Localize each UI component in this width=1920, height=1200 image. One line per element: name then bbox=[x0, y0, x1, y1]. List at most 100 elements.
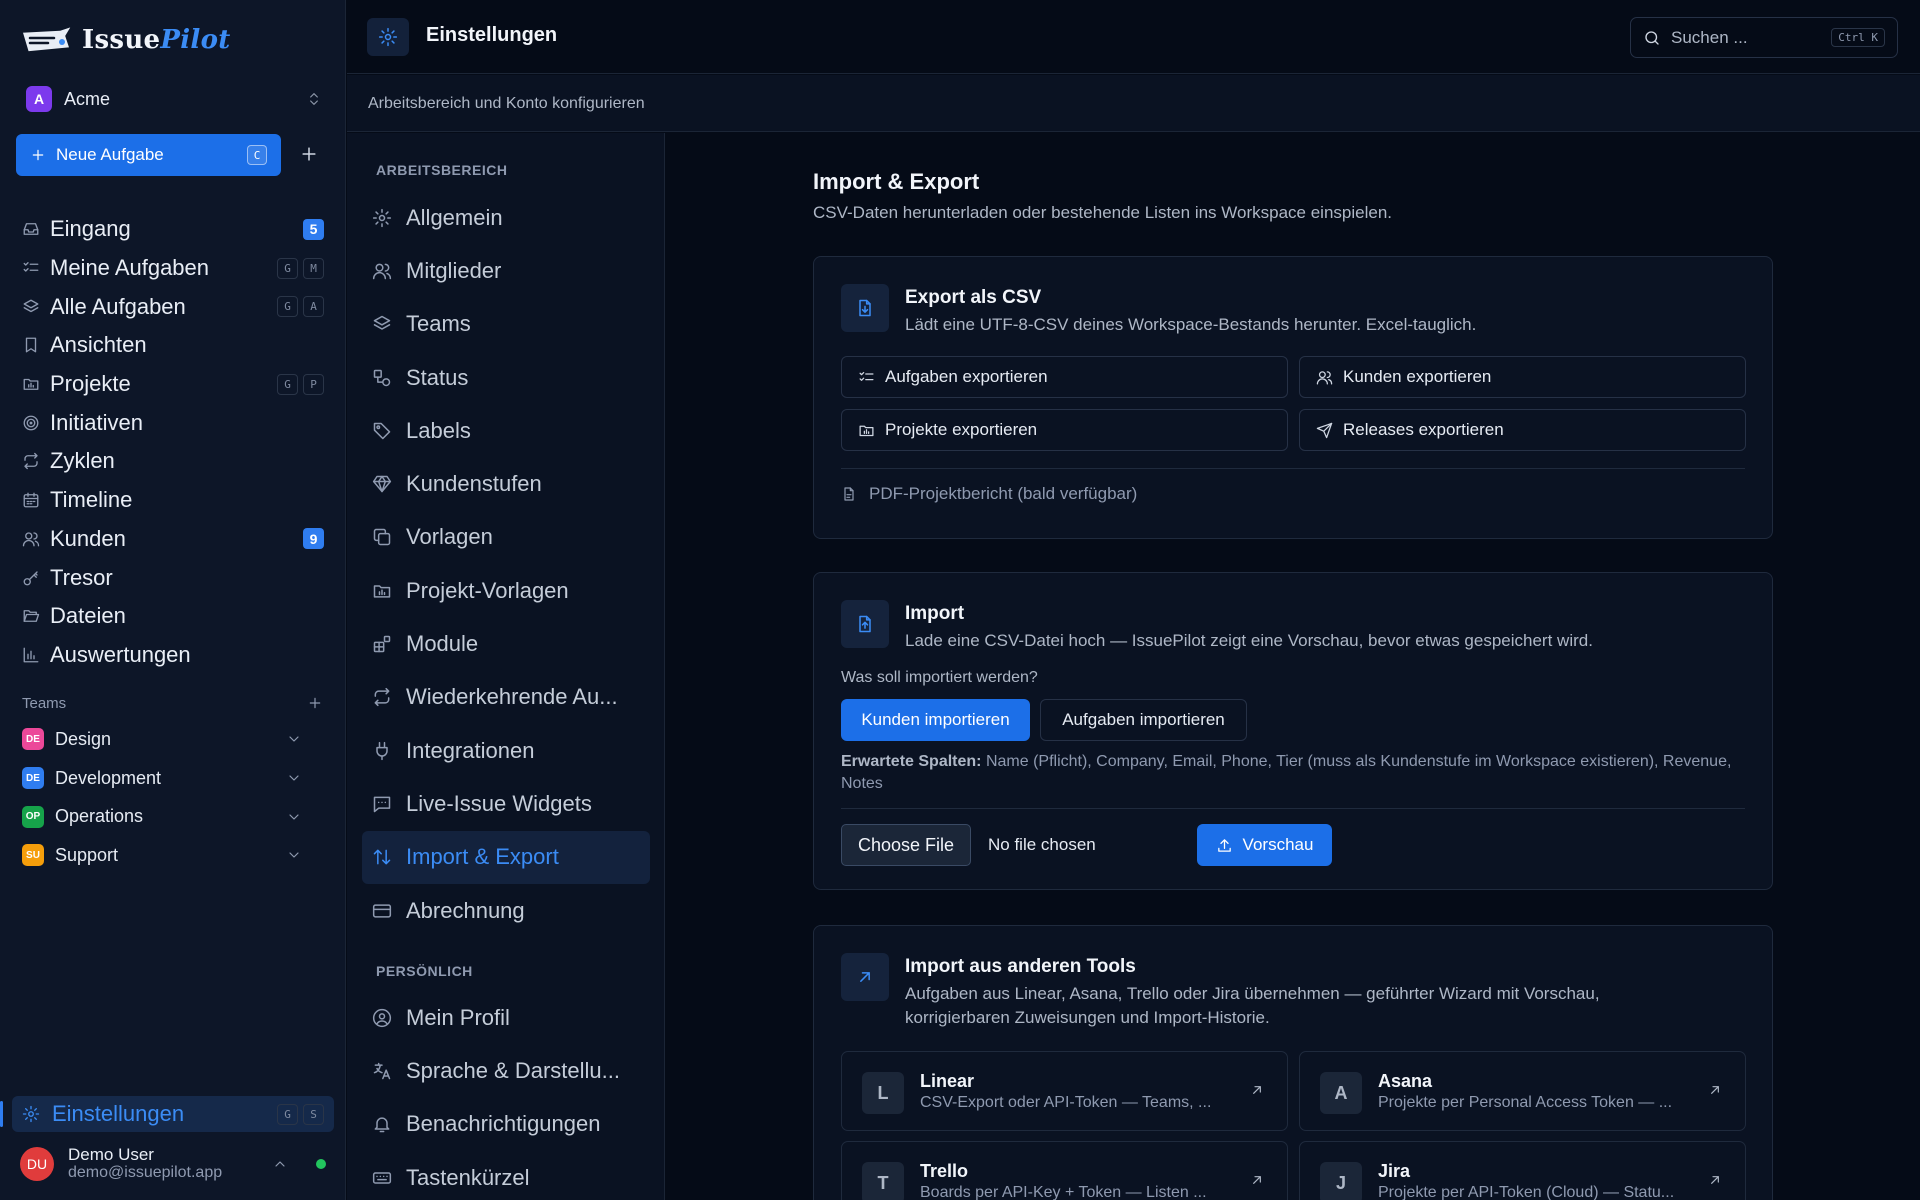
tool-asana[interactable]: A Asana Projekte per Personal Access Tok… bbox=[1299, 1051, 1746, 1131]
nav-item-kunden[interactable]: Kunden 9 bbox=[16, 520, 330, 559]
preview-button[interactable]: Vorschau bbox=[1197, 824, 1332, 866]
tool-jira[interactable]: J Jira Projekte per API-Token (Cloud) — … bbox=[1299, 1141, 1746, 1200]
section-heading: PERSÖNLICH bbox=[376, 963, 473, 979]
tool-linear[interactable]: L Linear CSV-Export oder API-Token — Tea… bbox=[841, 1051, 1288, 1131]
page-header: Einstellungen Suchen ... Ctrl K bbox=[347, 0, 1920, 74]
export-projects-button[interactable]: Projekte exportieren bbox=[841, 409, 1288, 451]
add-plus-icon[interactable] bbox=[296, 141, 322, 167]
search-placeholder: Suchen ... bbox=[1671, 27, 1748, 47]
file-upload-icon bbox=[841, 600, 889, 648]
page-subtitle-bar: Arbeitsbereich und Konto konfigurieren bbox=[347, 75, 1920, 132]
export-customers-button[interactable]: Kunden exportieren bbox=[1299, 356, 1746, 398]
settings-item-status[interactable]: Status bbox=[362, 351, 650, 404]
team-item-support[interactable]: SU Support bbox=[22, 836, 302, 875]
nav-item-timeline[interactable]: Timeline bbox=[16, 481, 330, 520]
chevron-down-icon[interactable] bbox=[286, 770, 302, 786]
nav-item-projekte[interactable]: Projekte GP bbox=[16, 365, 330, 404]
settings-item-import-export[interactable]: Import & Export bbox=[362, 830, 650, 884]
import-card: Import Lade eine CSV-Datei hoch — IssueP… bbox=[813, 572, 1773, 890]
settings-item-labels[interactable]: Labels bbox=[362, 404, 650, 457]
settings-item-kundenstufen[interactable]: Kundenstufen bbox=[362, 457, 650, 510]
settings-item-live-issue-widgets[interactable]: Live-Issue Widgets bbox=[362, 777, 650, 830]
import-tasks-option[interactable]: Aufgaben importieren bbox=[1040, 699, 1247, 741]
nav-label: Auswertungen bbox=[50, 641, 191, 667]
send-icon bbox=[1316, 422, 1333, 439]
settings-item-projekt-vorlagen[interactable]: Projekt-Vorlagen bbox=[362, 564, 650, 617]
settings-item-mein-profil[interactable]: Mein Profil bbox=[362, 991, 650, 1044]
settings-item-teams[interactable]: Teams bbox=[362, 298, 650, 351]
app-logo[interactable]: IssuePilot bbox=[20, 22, 231, 58]
chevron-down-icon[interactable] bbox=[286, 731, 302, 747]
nav-item-meine-aufgaben[interactable]: Meine Aufgaben GM bbox=[16, 249, 330, 288]
chevron-down-icon[interactable] bbox=[286, 847, 302, 863]
settings-item-label: Benachrichtigungen bbox=[406, 1111, 601, 1137]
add-team-icon[interactable] bbox=[306, 694, 324, 712]
users-icon bbox=[22, 530, 40, 548]
settings-item-module[interactable]: Module bbox=[362, 617, 650, 670]
upload-icon bbox=[1216, 837, 1233, 854]
chevron-up-icon[interactable] bbox=[272, 1156, 288, 1172]
tool-name: Jira bbox=[1378, 1161, 1411, 1181]
choose-file-button[interactable]: Choose File bbox=[841, 824, 971, 866]
settings-item-label: Status bbox=[406, 364, 469, 390]
user-menu[interactable]: DU Demo User demo@issuepilot.app bbox=[20, 1144, 326, 1184]
divider bbox=[841, 468, 1745, 469]
settings-item-tastenkuerzel[interactable]: Tastenkürzel bbox=[362, 1151, 650, 1200]
button-label: Projekte exportieren bbox=[885, 420, 1038, 439]
chevron-down-icon[interactable] bbox=[286, 809, 302, 825]
expected-columns-label: Erwartete Spalten: bbox=[841, 753, 982, 770]
nav-item-einstellungen[interactable]: Einstellungen GS bbox=[12, 1096, 334, 1132]
target-icon bbox=[22, 414, 40, 432]
settings-item-allgemein[interactable]: Allgemein bbox=[362, 191, 650, 244]
folder-chart-icon bbox=[22, 375, 40, 393]
workspace-name: Acme bbox=[64, 88, 111, 109]
import-question: Was soll importiert werden? bbox=[841, 669, 1038, 686]
file-icon bbox=[841, 486, 857, 502]
settings-item-vorlagen[interactable]: Vorlagen bbox=[362, 511, 650, 564]
export-releases-button[interactable]: Releases exportieren bbox=[1299, 409, 1746, 451]
count-badge: 5 bbox=[303, 218, 324, 240]
import-customers-option[interactable]: Kunden importieren bbox=[841, 699, 1030, 741]
option-label: Kunden importieren bbox=[861, 710, 1010, 729]
key-icon bbox=[22, 569, 40, 587]
new-task-label: Neue Aufgabe bbox=[56, 145, 164, 164]
nav-item-eingang[interactable]: Eingang 5 bbox=[16, 210, 330, 249]
settings-item-integrationen[interactable]: Integrationen bbox=[362, 724, 650, 777]
settings-item-abrechnung[interactable]: Abrechnung bbox=[362, 884, 650, 937]
search-input[interactable]: Suchen ... Ctrl K bbox=[1630, 17, 1898, 58]
tool-trello[interactable]: T Trello Boards per API-Key + Token — Li… bbox=[841, 1141, 1288, 1200]
gear-icon bbox=[367, 18, 409, 56]
nav-item-dateien[interactable]: Dateien bbox=[16, 597, 330, 636]
message-icon bbox=[372, 794, 392, 814]
settings-item-sprache[interactable]: Sprache & Darstellu... bbox=[362, 1044, 650, 1097]
plug-icon bbox=[372, 741, 392, 761]
export-tasks-button[interactable]: Aufgaben exportieren bbox=[841, 356, 1288, 398]
arrow-up-right-icon bbox=[1707, 1082, 1723, 1098]
nav-item-ansichten[interactable]: Ansichten bbox=[16, 326, 330, 365]
new-task-button[interactable]: Neue Aufgabe C bbox=[16, 134, 281, 176]
settings-item-mitglieder[interactable]: Mitglieder bbox=[362, 244, 650, 297]
settings-item-label: Allgemein bbox=[406, 204, 503, 230]
nav-item-tresor[interactable]: Tresor bbox=[16, 558, 330, 597]
team-avatar: DE bbox=[22, 767, 44, 790]
settings-item-benachrichtigungen[interactable]: Benachrichtigungen bbox=[362, 1098, 650, 1151]
team-item-design[interactable]: DE Design bbox=[22, 720, 302, 759]
settings-item-label: Tastenkürzel bbox=[406, 1164, 530, 1190]
shortcut-key: C bbox=[247, 145, 267, 165]
team-item-operations[interactable]: OP Operations bbox=[22, 797, 302, 836]
file-download-icon bbox=[841, 284, 889, 332]
arrow-up-right-icon bbox=[1249, 1082, 1265, 1098]
nav-item-initiativen[interactable]: Initiativen bbox=[16, 403, 330, 442]
shortcut-key: A bbox=[303, 296, 324, 318]
workspace-switcher[interactable]: A Acme bbox=[26, 86, 322, 112]
button-label: Releases exportieren bbox=[1343, 420, 1504, 439]
nav-item-auswertungen[interactable]: Auswertungen bbox=[16, 636, 330, 675]
nav-item-alle-aufgaben[interactable]: Alle Aufgaben GA bbox=[16, 287, 330, 326]
team-item-development[interactable]: DE Development bbox=[22, 759, 302, 798]
nav-item-zyklen[interactable]: Zyklen bbox=[16, 442, 330, 481]
copy-icon bbox=[372, 527, 392, 547]
settings-item-wiederkehrende[interactable]: Wiederkehrende Au... bbox=[362, 671, 650, 724]
button-label: Kunden exportieren bbox=[1343, 367, 1492, 386]
avatar: DU bbox=[20, 1147, 54, 1181]
bell-icon bbox=[372, 1114, 392, 1134]
